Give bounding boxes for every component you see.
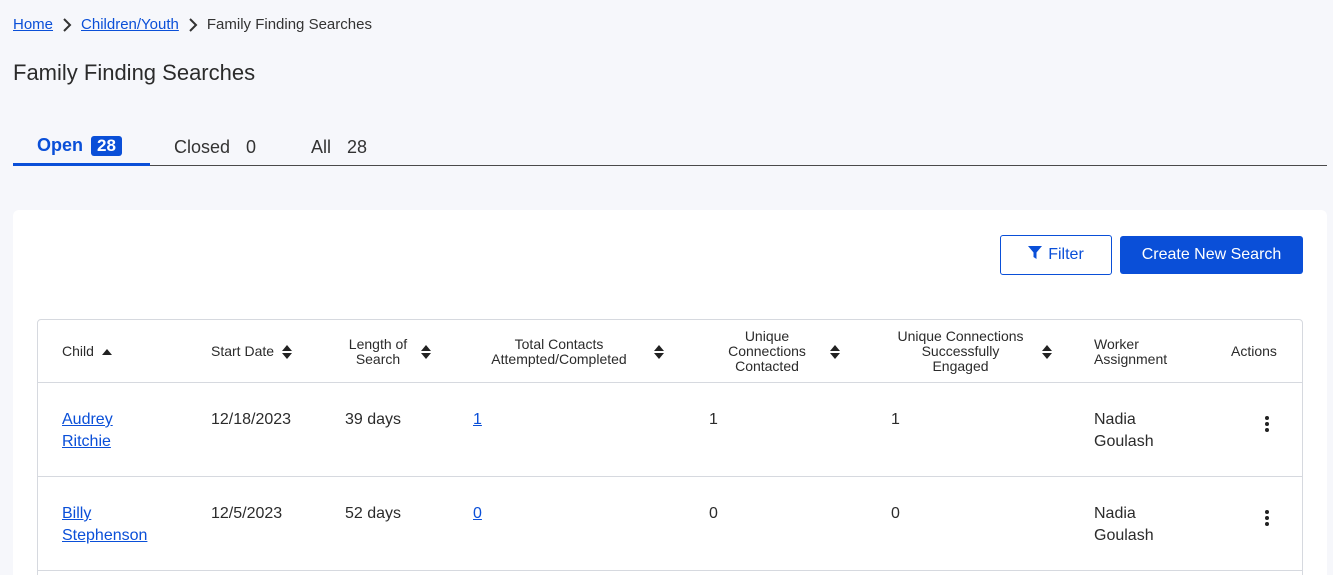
- tab-closed-count: 0: [246, 136, 257, 157]
- tab-closed-label: Closed: [174, 136, 231, 157]
- column-header-start-date[interactable]: Start Date: [211, 320, 293, 383]
- breadcrumb-home-link[interactable]: Home: [13, 16, 53, 33]
- breadcrumb-children-link[interactable]: Children/Youth: [81, 16, 179, 33]
- column-header-total-contacts[interactable]: Total Contacts Attempted/Completed: [486, 320, 664, 383]
- more-actions-icon[interactable]: [1258, 507, 1276, 529]
- table-row: Audrey Ritchie 12/18/2023 39 days 1 1 1 …: [38, 383, 1302, 477]
- column-header-child[interactable]: Child: [62, 320, 112, 383]
- searches-panel: Filter Create New Search Child Start Dat…: [13, 210, 1327, 575]
- page-title: Family Finding Searches: [13, 60, 256, 85]
- total-contacts-cell: 0: [473, 503, 482, 525]
- worker-cell: Nadia Goulash: [1094, 505, 1154, 544]
- child-last-name[interactable]: Ritchie: [62, 433, 111, 450]
- table-header: Child Start Date Length of Search Total …: [38, 320, 1302, 383]
- worker-cell: Nadia Goulash: [1094, 411, 1154, 450]
- child-first-name[interactable]: Billy: [62, 505, 91, 522]
- create-new-search-button[interactable]: Create New Search: [1120, 236, 1303, 274]
- filter-button[interactable]: Filter: [1000, 235, 1112, 275]
- unique-contacted-cell: 0: [709, 505, 718, 522]
- child-first-name[interactable]: Audrey: [62, 411, 113, 428]
- more-actions-icon[interactable]: [1258, 413, 1276, 435]
- sort-icon: [830, 344, 840, 359]
- child-name-link[interactable]: Billy Stephenson: [62, 503, 147, 547]
- start-date-cell: 12/18/2023: [211, 411, 292, 428]
- column-header-worker-assignment: Worker Assignment: [1094, 335, 1168, 367]
- tab-open[interactable]: Open 28: [13, 128, 150, 166]
- total-contacts-cell: 1: [473, 409, 482, 431]
- chevron-right-icon: [179, 16, 207, 33]
- column-header-length-of-search[interactable]: Length of Search: [343, 320, 431, 383]
- table-row: Billy Stephenson 12/5/2023 52 days 0 0 0…: [38, 477, 1302, 571]
- tab-open-label: Open: [37, 135, 84, 155]
- child-last-name[interactable]: Stephenson: [62, 527, 147, 544]
- column-header-unique-connections-engaged[interactable]: Unique Connections Successfully Engaged: [893, 320, 1052, 383]
- chevron-right-icon: [53, 16, 81, 33]
- sort-icon: [282, 344, 293, 359]
- length-cell: 52 days: [345, 505, 402, 522]
- sort-icon: [421, 344, 431, 359]
- filter-icon: [1028, 245, 1043, 265]
- unique-engaged-cell: 0: [891, 505, 900, 522]
- unique-contacted-cell: 1: [709, 411, 718, 428]
- sort-icon: [654, 344, 664, 359]
- sort-icon: [1042, 344, 1052, 359]
- tab-all-label: All: [311, 136, 332, 157]
- length-cell: 39 days: [345, 411, 402, 428]
- tab-open-count-badge: 28: [91, 135, 122, 156]
- child-name-link[interactable]: Audrey Ritchie: [62, 409, 113, 453]
- total-contacts-link[interactable]: 0: [473, 505, 482, 522]
- total-contacts-link[interactable]: 1: [473, 411, 482, 428]
- tab-bar: Open 28 Closed 0 All 28: [13, 128, 1327, 166]
- unique-engaged-cell: 1: [891, 411, 900, 428]
- start-date-cell: 12/5/2023: [211, 505, 283, 522]
- column-header-unique-connections-contacted[interactable]: Unique Connections Contacted: [726, 320, 840, 383]
- tab-all[interactable]: All 28: [311, 128, 367, 166]
- searches-table: Child Start Date Length of Search Total …: [37, 319, 1303, 575]
- column-header-actions: Actions: [1231, 343, 1277, 359]
- tab-all-count: 28: [347, 136, 368, 157]
- sort-ascending-icon: [101, 348, 112, 355]
- filter-button-label: Filter: [1048, 246, 1084, 263]
- breadcrumb: Home Children/Youth Family Finding Searc…: [13, 16, 372, 33]
- breadcrumb-current: Family Finding Searches: [206, 16, 372, 33]
- tab-closed[interactable]: Closed 0: [174, 128, 256, 166]
